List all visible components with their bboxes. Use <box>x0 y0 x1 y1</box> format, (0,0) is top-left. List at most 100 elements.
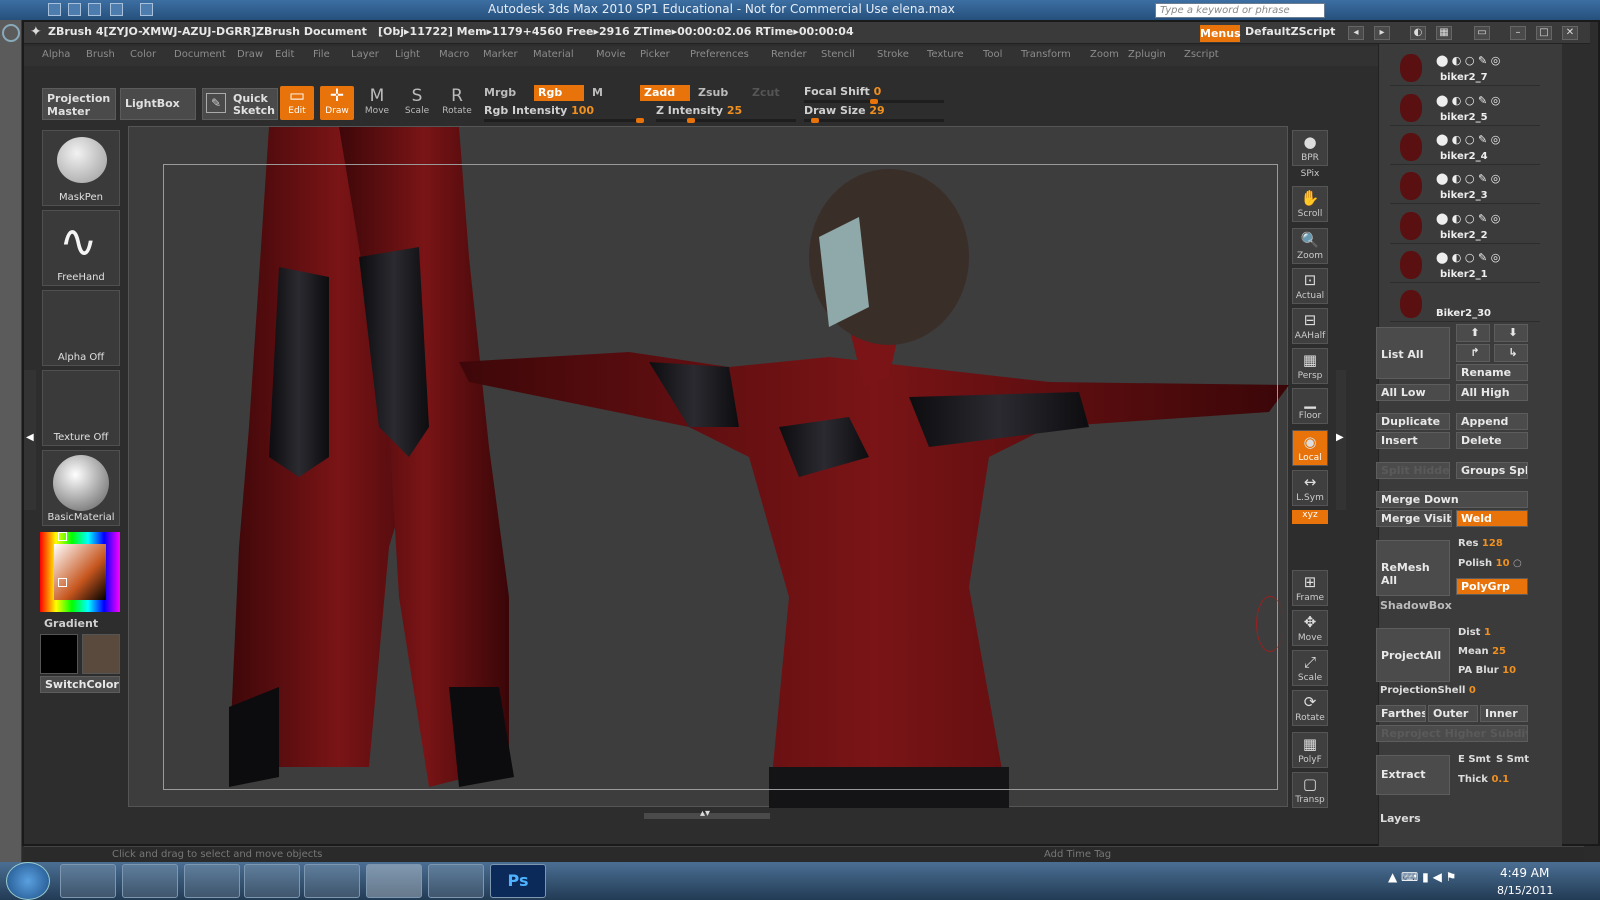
all-low-button[interactable]: All Low <box>1376 384 1450 401</box>
add-time-tag-button[interactable]: Add Time Tag <box>1044 849 1111 860</box>
projection-master-button[interactable]: Projection Master <box>42 88 116 120</box>
spix-view-button[interactable]: SPix <box>1292 169 1328 181</box>
split-hidden-button[interactable]: Split Hidden <box>1376 462 1450 479</box>
alpha-slot[interactable]: Alpha Off <box>42 290 120 366</box>
texture-slot[interactable]: Texture Off <box>42 370 120 446</box>
focal-shift-track[interactable] <box>804 99 944 104</box>
aahalf-view-button[interactable]: ⊟ AAHalf <box>1292 308 1328 344</box>
layout-icon[interactable]: ▦ <box>1436 26 1452 40</box>
save-file-icon[interactable] <box>88 3 101 16</box>
zcut-toggle[interactable]: Zcut <box>748 85 794 101</box>
default-zscript-button[interactable]: DefaultZScript <box>1245 25 1335 38</box>
focal-shift-slider[interactable]: Focal Shift 0 <box>804 85 881 98</box>
inner-button[interactable]: Inner <box>1480 705 1528 722</box>
z-intensity-knob[interactable] <box>687 118 695 123</box>
open-file-icon[interactable] <box>68 3 81 16</box>
draw-tool-button[interactable]: ✛ Draw <box>320 86 354 120</box>
menu-edit[interactable]: Edit <box>275 49 294 60</box>
append-button[interactable]: Append <box>1456 413 1528 430</box>
rename-button[interactable]: Rename <box>1456 364 1528 381</box>
menu-picker[interactable]: Picker <box>640 49 670 60</box>
menu-zplugin[interactable]: Zplugin <box>1128 49 1166 60</box>
res-slider[interactable]: Res 128 <box>1458 538 1528 555</box>
menu-layer[interactable]: Layer <box>351 49 379 60</box>
menu-material[interactable]: Material <box>533 49 574 60</box>
firefox-taskbar-icon[interactable] <box>122 864 178 898</box>
primary-color-swatch[interactable] <box>40 634 78 674</box>
redo-icon[interactable] <box>140 3 153 16</box>
merge-visible-button[interactable]: Merge Visible <box>1376 510 1452 527</box>
shadowbox-button[interactable]: ShadowBox <box>1380 599 1452 612</box>
maximize-icon[interactable]: □ <box>1536 26 1552 40</box>
media-player-taskbar-icon[interactable] <box>244 864 300 898</box>
subtool-toggles-icon[interactable]: ⬤ ◐ ○ ✎ ◎ <box>1436 251 1500 264</box>
polygrp-toggle[interactable]: PolyGrp <box>1456 578 1528 595</box>
e-smt-slider[interactable]: E Smt <box>1458 754 1496 771</box>
insert-button[interactable]: Insert <box>1376 432 1450 449</box>
subtool-row[interactable]: biker2_1 ⬤ ◐ ○ ✎ ◎ <box>1390 243 1540 283</box>
mean-slider[interactable]: Mean 25 <box>1458 646 1528 663</box>
color-picker[interactable] <box>40 532 120 612</box>
menu-alpha[interactable]: Alpha <box>42 49 70 60</box>
draw-size-slider[interactable]: Draw Size 29 <box>804 104 885 117</box>
projection-shell-slider[interactable]: ProjectionShell 0 <box>1380 685 1530 702</box>
subtool-move-up-icon[interactable]: ↱ <box>1456 344 1490 362</box>
subtool-row[interactable]: biker2_2 ⬤ ◐ ○ ✎ ◎ <box>1390 204 1540 244</box>
subtool-toggles-icon[interactable]: ⬤ ◐ ○ ✎ ◎ <box>1436 212 1500 225</box>
secondary-color-swatch[interactable] <box>82 634 120 674</box>
max-logo-icon[interactable] <box>2 24 20 42</box>
bpr-view-button[interactable]: ● BPR <box>1292 130 1328 166</box>
pa-blur-slider[interactable]: PA Blur 10 <box>1458 665 1528 682</box>
polyf-view-button[interactable]: ▦ PolyF <box>1292 732 1328 768</box>
floor-view-button[interactable]: ▁ Floor <box>1292 388 1328 424</box>
subtool-toggles-icon[interactable]: ⬤ ◐ ○ ✎ ◎ <box>1436 94 1500 107</box>
farthest-button[interactable]: Farthest <box>1376 705 1426 722</box>
scale-view-button[interactable]: ⤢ Scale <box>1292 650 1328 686</box>
z-intensity-track[interactable] <box>656 118 796 123</box>
menu-brush[interactable]: Brush <box>86 49 115 60</box>
undo-icon[interactable] <box>110 3 123 16</box>
s-smt-slider[interactable]: S Smt <box>1496 754 1530 771</box>
color-marker[interactable] <box>58 578 67 587</box>
menu-movie[interactable]: Movie <box>596 49 626 60</box>
zoom-view-button[interactable]: 🔍 Zoom <box>1292 228 1328 264</box>
rgb-intensity-track[interactable] <box>484 118 644 123</box>
menu-zscript[interactable]: Zscript <box>1184 49 1219 60</box>
system-tray-icons[interactable]: ▲ ⌨ ▮ ◀ ⚑ <box>1388 870 1456 884</box>
reproject-higher-subdiv-button[interactable]: Reproject Higher Subdiv <box>1376 725 1528 742</box>
new-file-icon[interactable] <box>48 3 61 16</box>
menu-stencil[interactable]: Stencil <box>821 49 855 60</box>
menu-file[interactable]: File <box>313 49 330 60</box>
draw-size-knob[interactable] <box>811 118 820 123</box>
clock-time[interactable]: 4:49 AM <box>1500 866 1549 880</box>
menu-stroke[interactable]: Stroke <box>877 49 909 60</box>
transp-view-button[interactable]: ▢ Transp <box>1292 772 1328 808</box>
menu-document[interactable]: Document <box>174 49 226 60</box>
frame-view-button[interactable]: ⊞ Frame <box>1292 570 1328 606</box>
menu-tool[interactable]: Tool <box>983 49 1002 60</box>
menus-toggle-button[interactable]: Menus <box>1200 25 1241 42</box>
menu-draw[interactable]: Draw <box>237 49 263 60</box>
3ds-max-taskbar-icon[interactable] <box>428 864 484 898</box>
remesh-all-button[interactable]: ReMesh All <box>1376 540 1450 596</box>
thick-slider[interactable]: Thick 0.1 <box>1458 774 1528 791</box>
scroll-view-button[interactable]: ✋ Scroll <box>1292 186 1328 222</box>
left-tray-arrow-icon[interactable]: ◀ <box>26 432 34 443</box>
z-intensity-slider[interactable]: Z Intensity 25 <box>656 104 742 117</box>
menu-zoom[interactable]: Zoom <box>1090 49 1119 60</box>
menu-render[interactable]: Render <box>771 49 807 60</box>
dist-slider[interactable]: Dist 1 <box>1458 627 1528 644</box>
subtool-row[interactable]: biker2_4 ⬤ ◐ ○ ✎ ◎ <box>1390 125 1540 165</box>
draw-size-track[interactable] <box>804 118 944 123</box>
rgb-toggle[interactable]: Rgb <box>534 85 584 101</box>
right-tray-arrow-icon[interactable]: ▶ <box>1336 432 1344 443</box>
menu-preferences[interactable]: Preferences <box>690 49 749 60</box>
explorer-taskbar-icon[interactable] <box>60 864 116 898</box>
subtool-up-icon[interactable]: ⬆ <box>1456 324 1490 342</box>
subtool-toggles-icon[interactable]: ⬤ ◐ ○ ✎ ◎ <box>1436 133 1500 146</box>
groups-split-button[interactable]: Groups Split <box>1456 462 1528 479</box>
persp-view-button[interactable]: ▦ Persp <box>1292 348 1328 384</box>
subtool-row[interactable]: Biker2_30 <box>1390 282 1540 322</box>
color-scheme-icon[interactable]: ◐ <box>1410 26 1426 40</box>
lightbox-button[interactable]: LightBox <box>120 88 196 120</box>
